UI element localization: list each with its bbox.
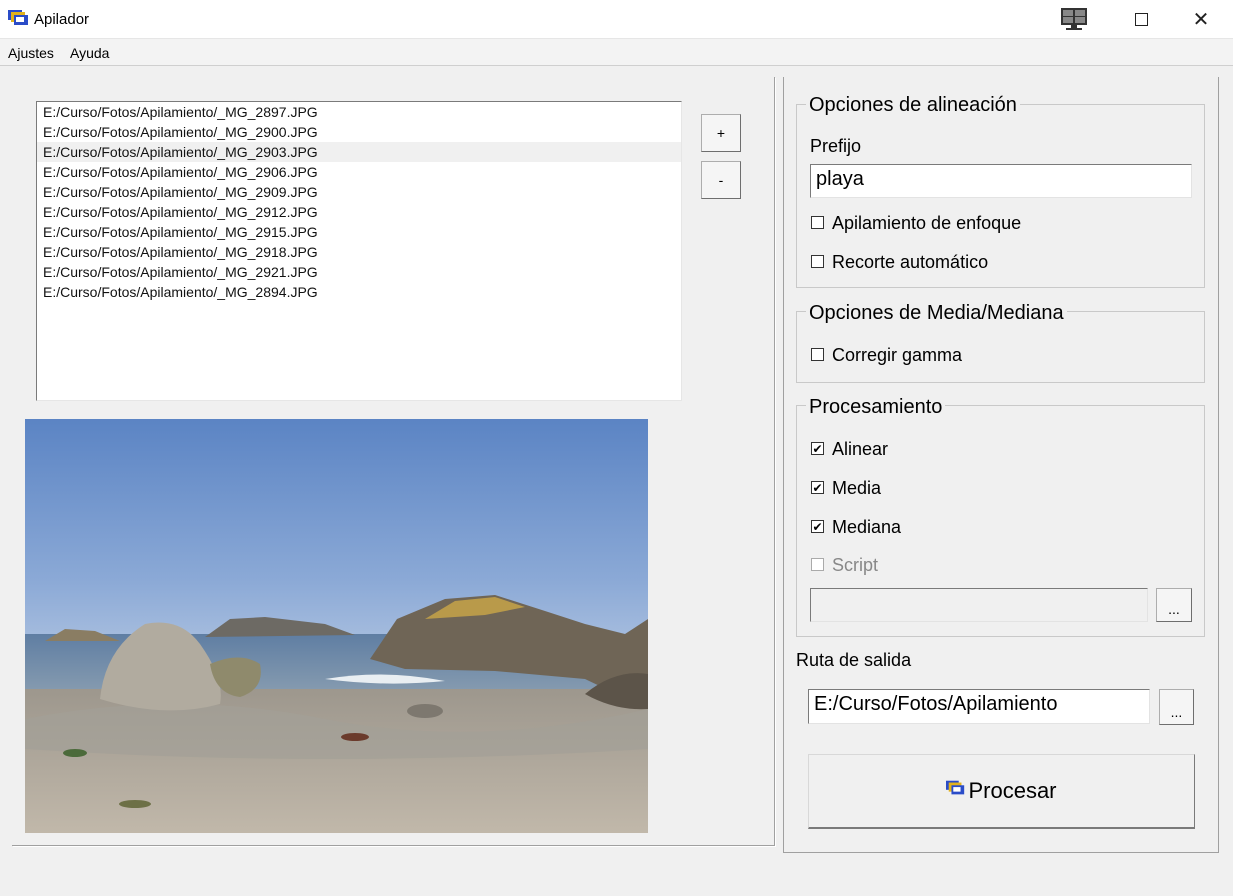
- prefix-label: Prefijo: [810, 136, 862, 156]
- maximize-icon: [1134, 12, 1148, 26]
- mean-checkbox[interactable]: ✔: [811, 481, 824, 494]
- prefix-input[interactable]: playa: [810, 164, 1192, 198]
- gamma-checkbox[interactable]: [811, 348, 824, 361]
- mean-median-group-title: Opciones de Media/Mediana: [806, 302, 1067, 325]
- menu-bar: [0, 39, 1233, 66]
- add-file-button[interactable]: +: [701, 114, 741, 152]
- output-browse-button[interactable]: ...: [1159, 689, 1194, 725]
- auto-crop-checkbox[interactable]: [811, 255, 824, 268]
- app-icon: [8, 10, 28, 25]
- file-list-item[interactable]: E:/Curso/Fotos/Apilamiento/_MG_2906.JPG: [37, 162, 681, 182]
- file-list-item[interactable]: E:/Curso/Fotos/Apilamiento/_MG_2915.JPG: [37, 222, 681, 242]
- align-checkbox[interactable]: ✔: [811, 442, 824, 455]
- maximize-button[interactable]: [1118, 0, 1164, 38]
- align-label: Alinear: [832, 439, 889, 459]
- processing-group-title: Procesamiento: [806, 396, 946, 419]
- file-list-item[interactable]: E:/Curso/Fotos/Apilamiento/_MG_2921.JPG: [37, 262, 681, 282]
- median-checkbox[interactable]: ✔: [811, 520, 824, 533]
- file-list-item[interactable]: E:/Curso/Fotos/Apilamiento/_MG_2918.JPG: [37, 242, 681, 262]
- script-label: Script: [832, 555, 879, 575]
- script-path-input[interactable]: [810, 588, 1148, 622]
- script-browse-button[interactable]: ...: [1156, 588, 1192, 622]
- gamma-label: Corregir gamma: [832, 345, 963, 365]
- title-bar[interactable]: [0, 0, 1233, 39]
- mean-label: Media: [832, 478, 882, 498]
- app-icon: [946, 780, 965, 795]
- alignment-group-title: Opciones de alineación: [806, 94, 1020, 117]
- close-icon: ✕: [1192, 8, 1210, 31]
- output-path-input[interactable]: E:/Curso/Fotos/Apilamiento: [808, 689, 1150, 724]
- menu-ajustes[interactable]: Ajustes: [8, 45, 54, 61]
- file-list-item[interactable]: E:/Curso/Fotos/Apilamiento/_MG_2909.JPG: [37, 182, 681, 202]
- file-list-item[interactable]: E:/Curso/Fotos/Apilamiento/_MG_2903.JPG: [37, 142, 681, 162]
- auto-crop-label: Recorte automático: [832, 252, 989, 272]
- median-label: Mediana: [832, 517, 902, 537]
- output-label: Ruta de salida: [796, 650, 912, 670]
- file-list-item[interactable]: E:/Curso/Fotos/Apilamiento/_MG_2894.JPG: [37, 282, 681, 302]
- window-title: Apilador: [34, 11, 90, 28]
- process-button-label: Procesar: [968, 778, 1057, 803]
- monitor-icon[interactable]: [1058, 5, 1090, 31]
- preview-image: [25, 419, 648, 833]
- file-list-item[interactable]: E:/Curso/Fotos/Apilamiento/_MG_2900.JPG: [37, 122, 681, 142]
- file-list[interactable]: E:/Curso/Fotos/Apilamiento/_MG_2897.JPG E…: [36, 101, 682, 401]
- remove-file-button[interactable]: -: [701, 161, 741, 199]
- file-list-item[interactable]: E:/Curso/Fotos/Apilamiento/_MG_2912.JPG: [37, 202, 681, 222]
- focus-stacking-checkbox[interactable]: [811, 216, 824, 229]
- close-button[interactable]: ✕: [1178, 0, 1224, 38]
- process-button[interactable]: Procesar: [808, 754, 1195, 829]
- menu-ayuda[interactable]: Ayuda: [70, 45, 109, 61]
- file-list-item[interactable]: E:/Curso/Fotos/Apilamiento/_MG_2897.JPG: [37, 102, 681, 122]
- script-checkbox[interactable]: [811, 558, 824, 571]
- focus-stacking-label: Apilamiento de enfoque: [832, 213, 1022, 233]
